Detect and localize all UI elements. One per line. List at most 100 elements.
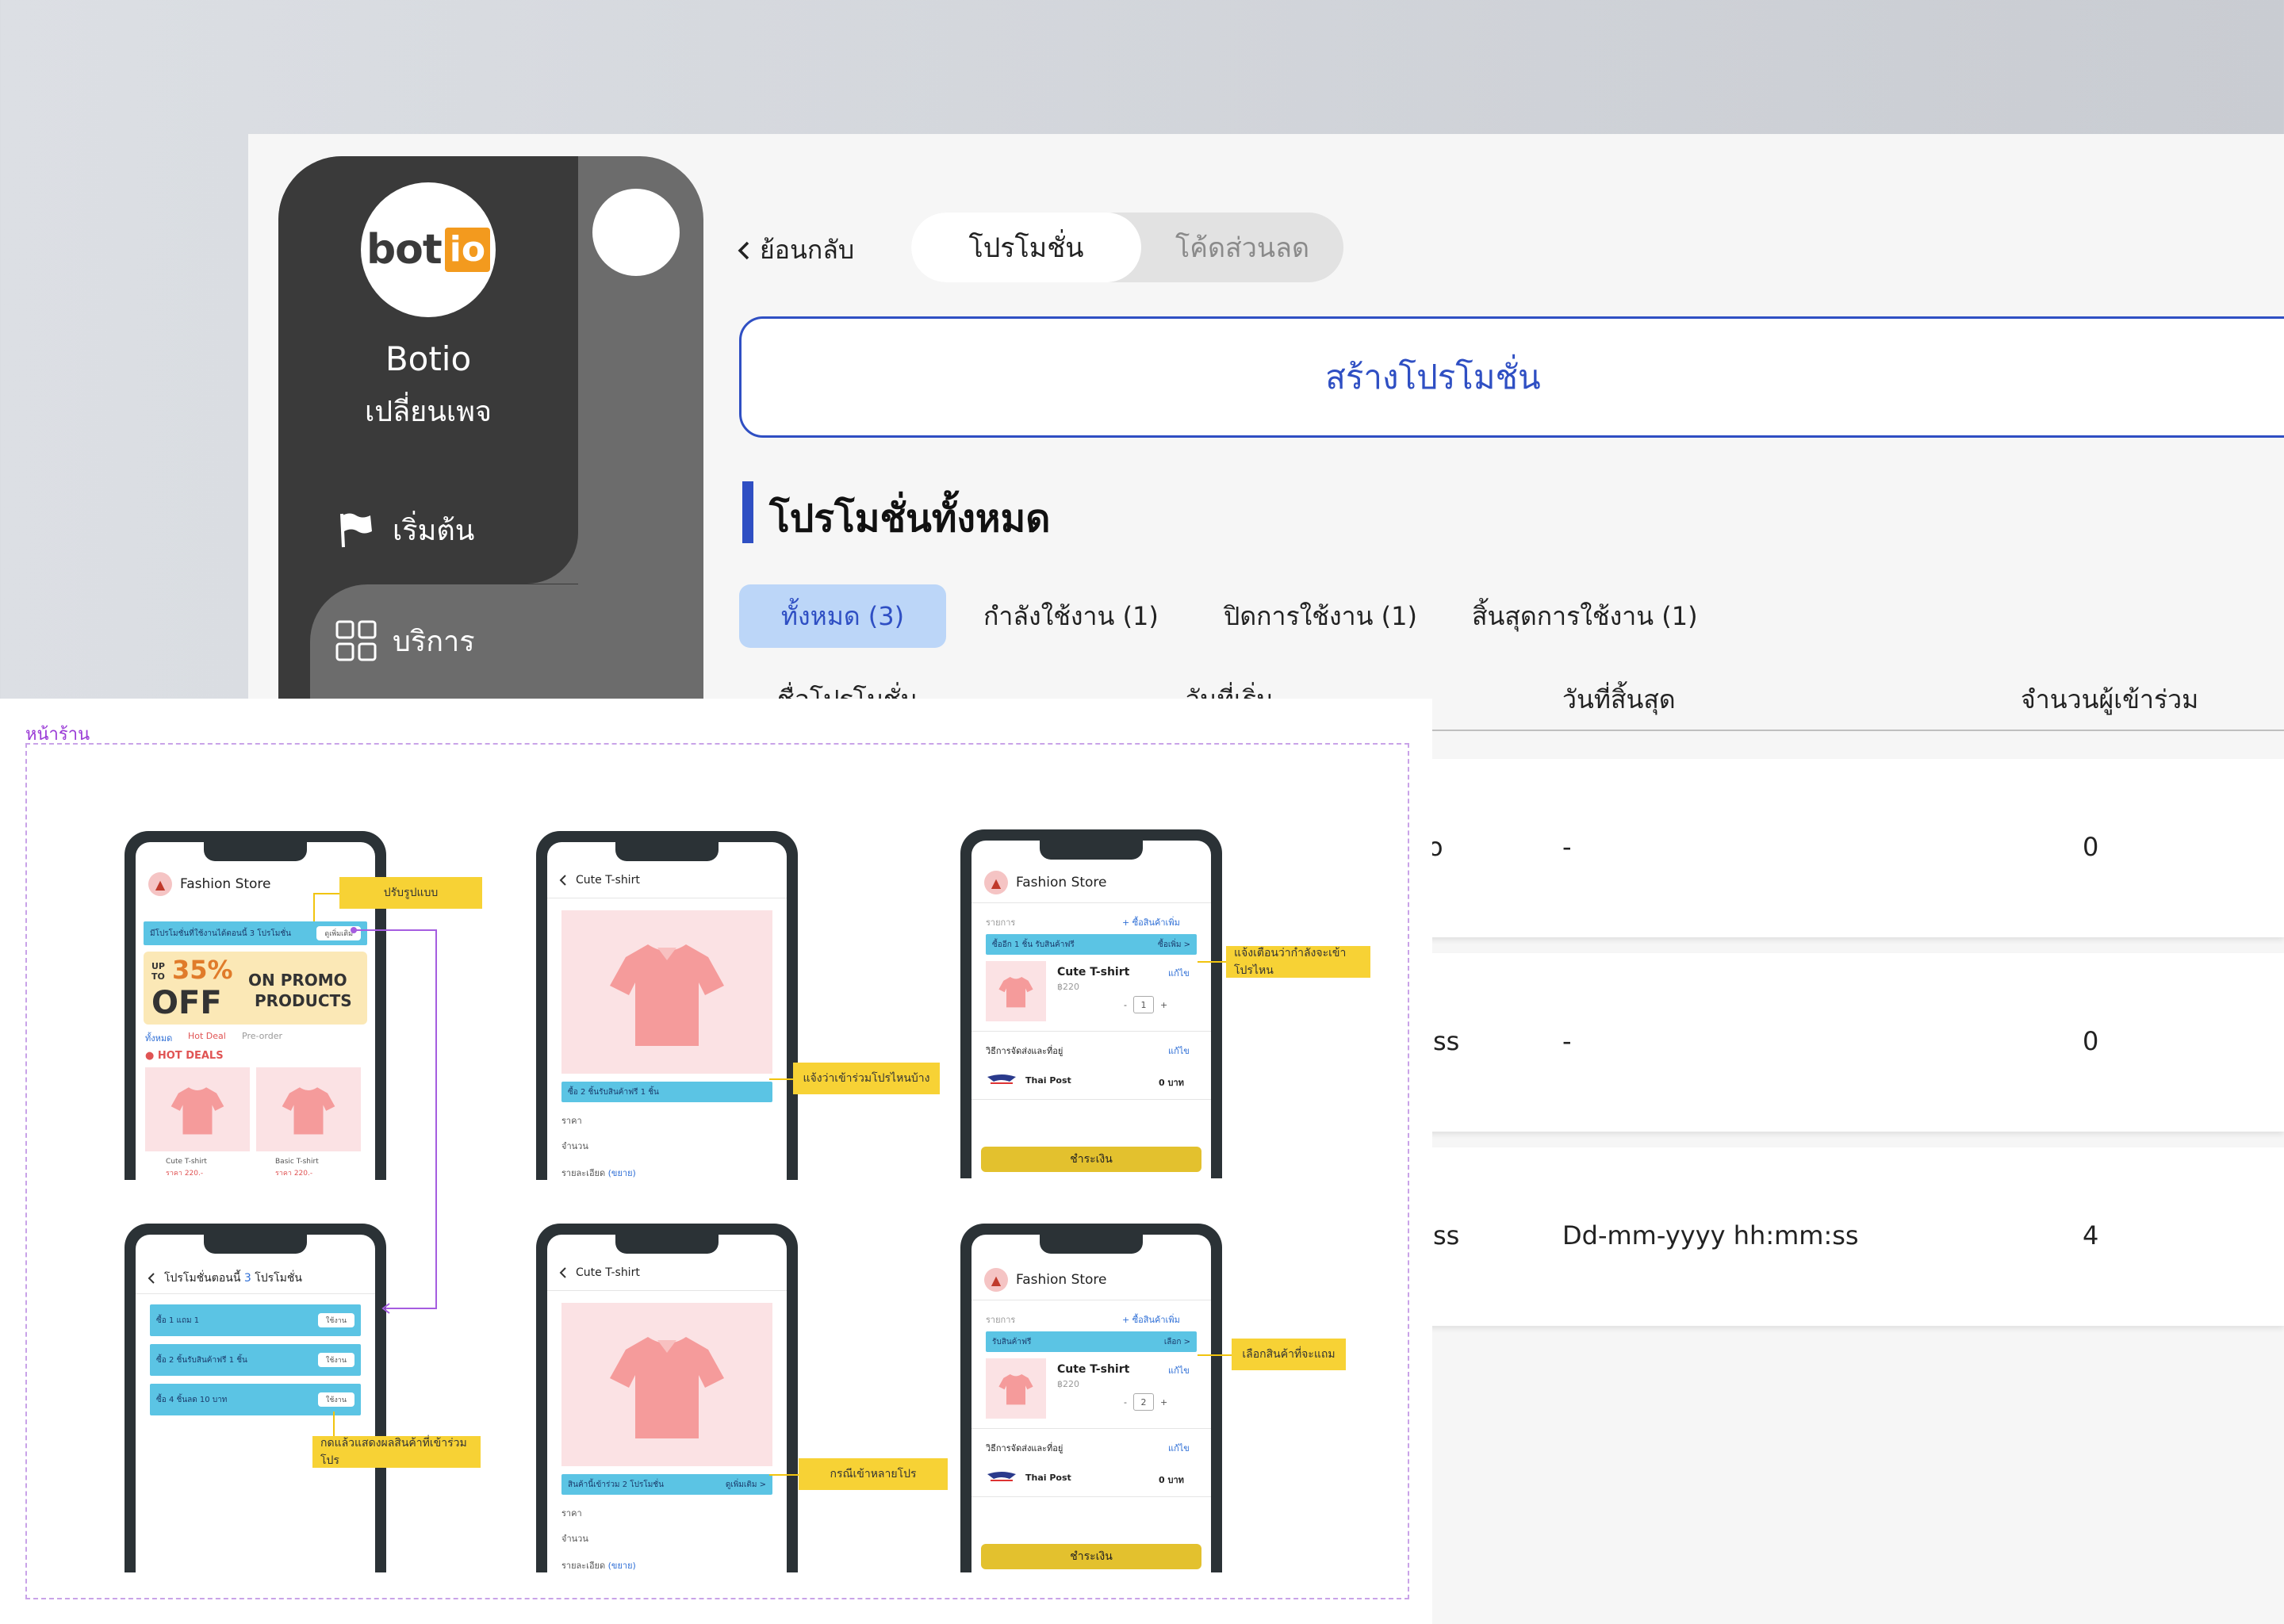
column-header-end[interactable]: วันที่สิ้นสุด (1562, 680, 1676, 720)
chevron-left-icon (738, 241, 749, 259)
product-price: ราคา 220.- (275, 1170, 313, 1178)
promo-info-bar[interactable]: ซื้อ 2 ชิ้นรับสินค้าฟรี 1 ชิ้น (561, 1082, 772, 1102)
filter-active[interactable]: กำลังใช้งาน (1) (983, 584, 1159, 648)
carrier-name: Thai Post (1025, 1075, 1071, 1086)
store-name: Fashion Store (1016, 1272, 1107, 1288)
items-label: รายการ (986, 917, 1016, 928)
quantity-label: จำนวน (561, 1534, 588, 1544)
annotation-callout: กรณีเข้าหลายโปร (799, 1458, 948, 1490)
back-label: ย้อนกลับ (760, 235, 855, 265)
promo-alert-bar[interactable]: ซื้ออีก 1 ชิ้น รับสินค้าฟรี ซื้อเพิ่ม > (986, 934, 1197, 955)
chevron-left-icon[interactable] (558, 874, 568, 887)
promo-banner[interactable]: UP TO 35% OFF ON PROMO PRODUCTS (144, 952, 367, 1025)
add-more-link[interactable]: + ซื้อสินค้าเพิ่ม (1122, 1312, 1180, 1327)
expand-link[interactable]: (ขยาย) (608, 1168, 636, 1178)
column-header-participants[interactable]: จำนวนผู้เข้าร่วม (2021, 680, 2198, 720)
sidebar-item-start[interactable]: เริ่มต้น (335, 506, 474, 553)
pay-button[interactable]: ชำระเงิน (981, 1544, 1201, 1569)
add-more-link[interactable]: + ซื้อสินค้าเพิ่ม (1122, 915, 1180, 929)
quantity-stepper[interactable]: - 2 + (1124, 1393, 1167, 1411)
page-title: โปรโมชั่นทั้งหมด (769, 496, 1051, 541)
tab-hot-deal[interactable]: Hot Deal (188, 1031, 226, 1041)
flag-icon (340, 513, 372, 548)
row-participants: 0 (2083, 1026, 2099, 1056)
edit-shipping-link[interactable]: แก้ไข (1168, 1441, 1190, 1455)
product-card[interactable] (256, 1067, 361, 1151)
decrement-button[interactable]: - (1124, 1000, 1127, 1010)
promo-info-bar[interactable]: สินค้านี้เข้าร่วม 2 โปรโมชั่น ดูเพิ่มเติ… (561, 1474, 772, 1495)
avatar[interactable] (592, 189, 680, 276)
shipping-label: วิธีการจัดส่งและที่อยู่ (986, 1046, 1063, 1056)
edit-link[interactable]: แก้ไข (1168, 1363, 1190, 1377)
price-label: ราคา (561, 1508, 582, 1519)
increment-button[interactable]: + (1160, 1397, 1167, 1408)
phone-product-detail-multi: Cute T-shirt สินค้านี้เข้าร่วม 2 โปรโมชั… (536, 1224, 798, 1572)
promo-percent: 35% (172, 955, 233, 985)
annotation-callout: เลือกสินค้าที่จะแถม (1232, 1339, 1346, 1370)
edit-link[interactable]: แก้ไข (1168, 966, 1190, 980)
detail-text: รายละเอียด (561, 1561, 606, 1571)
expand-link[interactable]: (ขยาย) (608, 1561, 636, 1571)
product-card[interactable] (145, 1067, 250, 1151)
phone-screen: Cute T-shirt สินค้านี้เข้าร่วม 2 โปรโมชั… (547, 1235, 787, 1572)
promo-up: UP (151, 961, 165, 971)
row-end-date: Dd-mm-yyyy hh:mm:ss (1562, 1220, 1859, 1251)
filter-ended[interactable]: สิ้นสุดการใช้งาน (1) (1472, 584, 1698, 648)
product-header: Cute T-shirt (558, 1266, 640, 1279)
buy-more-link[interactable]: ซื้อเพิ่ม > (1158, 939, 1190, 951)
flow-link-line (354, 929, 436, 931)
thai-post-logo (986, 1072, 1017, 1090)
phone-notch (1040, 1235, 1143, 1254)
filter-all[interactable]: ทั้งหมด (3) (739, 584, 946, 648)
store-name: Fashion Store (180, 876, 271, 892)
tab-promotion[interactable]: โปรโมชั่น (911, 213, 1141, 282)
sidebar-item-service[interactable]: บริการ (335, 617, 475, 665)
quantity-value[interactable]: 1 (1132, 996, 1154, 1013)
divider (971, 902, 1211, 903)
promotion-list-title: โปรโมชั่นตอนนี้ 3 โปรโมชั่น (164, 1270, 302, 1287)
increment-button[interactable]: + (1160, 1000, 1167, 1010)
use-promotion-button[interactable]: ใช้งาน (317, 1353, 354, 1367)
see-more-link[interactable]: ดูเพิ่มเติม > (726, 1479, 766, 1491)
promotion-item[interactable]: ซื้อ 1 แถม 1 ใช้งาน (150, 1304, 361, 1336)
quantity-stepper[interactable]: - 1 + (1124, 996, 1167, 1013)
create-promotion-button[interactable]: สร้างโปรโมชั่น (739, 316, 2284, 438)
chevron-left-icon[interactable] (147, 1272, 156, 1285)
detail-text: รายละเอียด (561, 1168, 606, 1178)
tab-discount-code[interactable]: โค้ดส่วนลด (1141, 213, 1343, 282)
promotion-item[interactable]: ซื้อ 2 ชิ้นรับสินค้าฟรี 1 ชิ้น ใช้งาน (150, 1344, 361, 1376)
choose-link[interactable]: เลือก > (1164, 1336, 1190, 1348)
tshirt-icon (282, 1087, 335, 1135)
edit-shipping-link[interactable]: แก้ไข (1168, 1044, 1190, 1058)
free-item-bar[interactable]: รับสินค้าฟรี เลือก > (986, 1331, 1197, 1352)
pay-button[interactable]: ชำระเงิน (981, 1147, 1201, 1172)
tab-preorder[interactable]: Pre-order (242, 1031, 282, 1041)
promotion-name: ซื้อ 4 ชิ้นลด 10 บาท (156, 1395, 228, 1404)
brand-name: Botio (385, 339, 472, 378)
price-label: ราคา (561, 1116, 582, 1126)
promo-notice-bar[interactable]: มีโปรโมชั่นที่ใช้งานได้ตอนนี้ 3 โปรโมชั่… (144, 921, 367, 945)
quantity-value[interactable]: 2 (1132, 1393, 1154, 1411)
shipping-cost: 0 บาท (1159, 1475, 1184, 1485)
tshirt-icon (610, 1337, 724, 1438)
use-promotion-button[interactable]: ใช้งาน (317, 1392, 354, 1407)
tshirt-icon (171, 1087, 224, 1135)
detail-label: รายละเอียด (ขยาย) (561, 1166, 636, 1180)
cart-item-price: ฿220 (1057, 982, 1079, 992)
sidebar-item-label: เริ่มต้น (393, 514, 475, 547)
promo-off: OFF (151, 985, 222, 1021)
store-icon: ▲ (984, 871, 1008, 894)
annotation-callout: ปรับรูปแบบ (339, 877, 482, 909)
title-suffix: โปรโมชั่น (255, 1272, 302, 1285)
arrow-tail-icon (351, 927, 357, 933)
use-promotion-button[interactable]: ใช้งาน (317, 1313, 354, 1327)
tab-all[interactable]: ทั้งหมด (145, 1031, 172, 1045)
back-button[interactable]: ย้อนกลับ (736, 230, 854, 270)
chevron-left-icon[interactable] (558, 1266, 568, 1279)
annotation-callout: กดแล้วแสดงผลสินค้าที่เข้าร่วมโปร (312, 1436, 481, 1468)
phone-product-detail: Cute T-shirt ซื้อ 2 ชิ้นรับสินค้าฟรี 1 ช… (536, 831, 798, 1180)
switch-page-link[interactable]: เปลี่ยนเพจ (278, 389, 578, 434)
decrement-button[interactable]: - (1124, 1397, 1127, 1408)
promotion-item[interactable]: ซื้อ 4 ชิ้นลด 10 บาท ใช้งาน (150, 1384, 361, 1415)
filter-disabled[interactable]: ปิดการใช้งาน (1) (1224, 584, 1417, 648)
